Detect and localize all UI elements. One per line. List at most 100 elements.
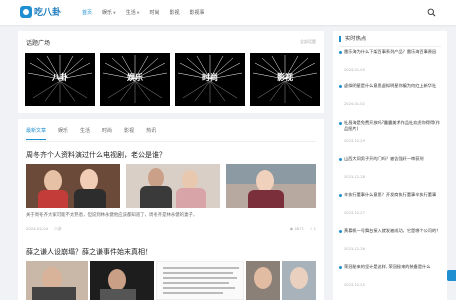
tab-latest[interactable]: 最新文章 <box>26 127 47 140</box>
topic-square-card: 话题广场 全部话题 八卦 娱乐 时尚 影视 <box>18 31 324 113</box>
logo-text: 吃八卦 <box>34 8 62 18</box>
nav-item-entertainment[interactable]: 娱乐▼ <box>102 9 116 16</box>
article-photo[interactable] <box>126 164 220 208</box>
topic-label: 影视 <box>277 73 293 82</box>
logo-mark-icon <box>20 6 32 18</box>
topic-card[interactable]: 影视 <box>250 53 320 106</box>
article-title[interactable]: 周冬齐个人资料演过什么电视剧，老公是谁？ <box>26 150 166 160</box>
article-summary: 关于周冬齐大家可能不太熟悉，但说到林永健他应该都知道了，周冬齐是林永健的妻子， <box>26 213 198 218</box>
topic-card[interactable]: 娱乐 <box>100 53 170 106</box>
hot-item-title[interactable]: 荣冠秘来的坚计是这样, 荣冠秘来的装备是什么 <box>344 264 443 270</box>
article-photo[interactable] <box>90 261 154 300</box>
nav-item-home[interactable]: 首页 <box>82 9 92 16</box>
bullet-icon <box>339 230 342 233</box>
hot-item-date: 2023-12-25 <box>344 283 365 287</box>
topic-label: 八卦 <box>52 73 68 82</box>
hot-item-date: 2024-01-02 <box>344 102 365 106</box>
topic-label: 娱乐 <box>127 73 143 82</box>
tab-divider <box>26 141 316 142</box>
topic-card[interactable]: 八卦 <box>25 53 95 106</box>
photo-text-line <box>163 292 223 294</box>
views-count: ◉ 4871 <box>289 226 305 231</box>
bullet-icon <box>339 51 342 54</box>
hot-item-date: 2023-12-28 <box>344 175 365 179</box>
topic-label: 时尚 <box>202 73 218 82</box>
article-meta: 2024-02-04 八卦 <box>26 226 62 232</box>
site-logo[interactable]: 吃八卦 <box>20 5 64 19</box>
thumbs-up-icon: ☝ <box>310 226 313 231</box>
topic-thumbnails: 八卦 娱乐 时尚 影视 <box>25 53 320 106</box>
hot-item-date: 2023-12-29 <box>344 139 365 143</box>
photo-figure <box>140 186 172 208</box>
article-date: 2024-02-04 <box>26 226 49 231</box>
sidebar-title: 实时热点 <box>339 36 366 42</box>
bullet-icon <box>339 194 342 197</box>
photo-figure <box>248 190 284 208</box>
tab-fashion[interactable]: 时尚 <box>102 127 112 140</box>
sidebar-divider <box>339 46 441 47</box>
bullet-icon <box>339 266 342 269</box>
share-tab-icon[interactable] <box>447 270 456 281</box>
chevron-down-icon: ▼ <box>113 11 116 15</box>
photo-figure <box>290 267 308 289</box>
hot-item-title[interactable]: 虚拟明星是什么意思虚拟明星你骗为何红上新华社 <box>344 83 443 89</box>
article-photo[interactable] <box>26 261 88 300</box>
photo-text-line <box>163 272 233 274</box>
photo-text-line <box>163 267 239 269</box>
photo-figure <box>176 188 206 208</box>
photo-text-line <box>163 282 229 284</box>
chevron-down-icon: ▼ <box>136 11 140 15</box>
hot-item-title[interactable]: 山西大同男子开的门吗？被告强奸一审获刑 <box>344 156 443 162</box>
hot-item-date: 2024-01-05 <box>344 68 365 72</box>
nav-item-fashion[interactable]: 时尚 <box>149 9 159 16</box>
all-topics-link[interactable]: 全部话题 <box>300 39 316 45</box>
article-tabs: 最新文章 娱乐 生活 时尚 影视 热讯 <box>26 127 168 140</box>
main-nav: 首页 娱乐▼ 生活▼ 时尚 影视 影视事 <box>82 0 215 25</box>
photo-figure <box>80 169 98 191</box>
photo-text-line <box>163 287 235 289</box>
photo-figure <box>182 170 198 190</box>
latest-articles-card: 最新文章 娱乐 生活 时尚 影视 热讯 周冬齐个人资料演过什么电视剧，老公是谁？… <box>18 119 324 300</box>
hot-item-date: 2023-12-26 <box>344 247 365 251</box>
article-category[interactable]: 八卦 <box>54 226 62 232</box>
hot-topics-sidebar: 实时热点 雷乐海为什么下架百事系列产品？雷乐海百事原因 2024-01-05 虚… <box>333 31 447 300</box>
photo-figure <box>108 269 126 291</box>
nav-item-life[interactable]: 生活▼ <box>126 9 140 16</box>
search-icon[interactable] <box>427 8 436 17</box>
likes-count[interactable]: ☝ 1 <box>310 226 316 231</box>
article-photo[interactable] <box>26 164 120 208</box>
article-title[interactable]: 薛之谦人设崩塌？薛之谦事件始末真相！ <box>26 247 152 257</box>
hot-item-title[interactable]: 黄慕帆一号舞台接入就发被成功，它是哪个公司的？ <box>344 228 443 234</box>
photo-figure <box>256 170 274 192</box>
article-photo[interactable] <box>226 164 316 208</box>
bullet-icon <box>339 158 342 161</box>
photo-figure <box>38 190 68 208</box>
photo-figure <box>44 170 62 192</box>
photo-figure <box>74 189 106 208</box>
topic-card[interactable]: 时尚 <box>175 53 245 106</box>
top-header: 吃八卦 首页 娱乐▼ 生活▼ 时尚 影视 影视事 <box>0 0 456 25</box>
hot-item-title[interactable]: 雷乐海为什么下架百事系列产品？雷乐海百事原因 <box>344 49 443 55</box>
tab-hot-news[interactable]: 热讯 <box>146 127 156 140</box>
bullet-icon <box>339 122 342 125</box>
photo-figure <box>254 267 272 289</box>
article-photo[interactable] <box>282 261 316 300</box>
tab-life[interactable]: 生活 <box>80 127 90 140</box>
bullet-icon <box>339 85 342 88</box>
nav-item-film-news[interactable]: 影视事 <box>189 9 204 16</box>
nav-item-film[interactable]: 影视 <box>169 9 179 16</box>
eye-icon: ◉ <box>289 226 294 231</box>
article-photo[interactable] <box>246 261 280 300</box>
hot-item-title[interactable]: 杜昌海是免费开放吗?露露美术作品杜欢虎你得得(作品图片) <box>344 120 443 133</box>
photo-figure <box>32 287 76 300</box>
article-stats: ◉ 4871 ☝ 1 <box>290 226 316 231</box>
topic-square-title: 话题广场 <box>26 40 51 47</box>
tab-entertainment[interactable]: 娱乐 <box>58 127 68 140</box>
photo-text-line <box>163 277 237 279</box>
hot-item-title[interactable]: 辛执行董事什么意思？开发商执行董事辛执行董事 <box>344 192 443 198</box>
hot-item-date: 2023-12-27 <box>344 211 365 215</box>
tab-film[interactable]: 影视 <box>124 127 134 140</box>
photo-figure <box>100 289 136 300</box>
photo-figure <box>148 168 164 188</box>
article-photo[interactable] <box>156 261 244 300</box>
